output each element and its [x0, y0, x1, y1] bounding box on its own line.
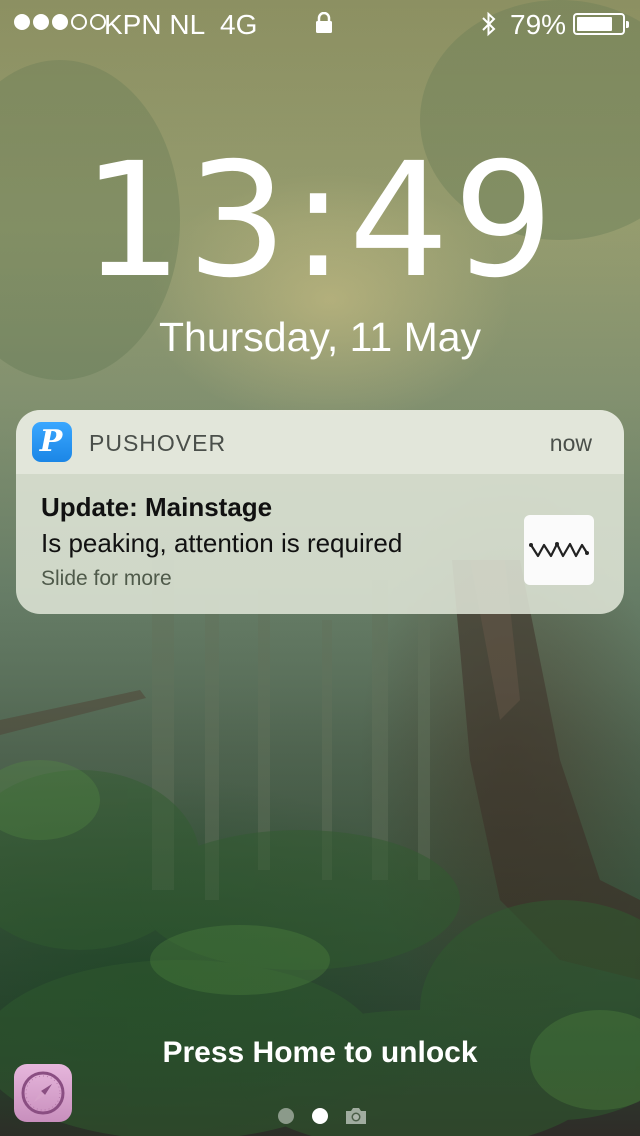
- carrier-name: KPN NL: [104, 9, 206, 40]
- notification-body: Is peaking, attention is required: [41, 528, 403, 558]
- compass-icon: [21, 1071, 65, 1115]
- camera-icon[interactable]: [344, 1106, 368, 1126]
- notification-header: P PUSHOVER now: [16, 410, 624, 474]
- press-home-to-unlock: Press Home to unlock: [162, 1036, 478, 1069]
- battery-nub: [626, 21, 629, 28]
- page-dot[interactable]: [278, 1108, 294, 1124]
- clock-time: 13:49: [82, 129, 558, 313]
- notification-slide-hint: Slide for more: [41, 567, 172, 590]
- lock-screen-clock: 13:49: [0, 142, 640, 300]
- battery-icon: [573, 13, 629, 35]
- signal-dot: [52, 14, 68, 30]
- pushover-app-icon: P: [32, 422, 72, 462]
- notification-app-name: PUSHOVER: [89, 430, 227, 456]
- signal-dot: [14, 14, 30, 30]
- notification-time: now: [549, 430, 592, 456]
- status-bar: KPN NL 4G 79%: [0, 0, 640, 48]
- battery-percentage: 79%: [510, 9, 567, 40]
- page-indicator: [276, 1104, 376, 1128]
- lock-screen-date: Thursday, 11 May: [158, 314, 482, 360]
- bluetooth-icon: [482, 11, 496, 37]
- notification-title: Update: Mainstage: [41, 492, 273, 522]
- signal-dot: [71, 14, 87, 30]
- battery-level-fill: [577, 17, 612, 31]
- notification-thumbnail: [524, 515, 594, 585]
- page-dot-current[interactable]: [312, 1108, 328, 1124]
- signal-dot: [33, 14, 49, 30]
- app-icon-letter: P: [39, 424, 63, 459]
- pushover-notification[interactable]: P PUSHOVER now Update: Mainstage Is peak…: [16, 410, 624, 614]
- waveform-thumbnail-icon: [529, 542, 589, 558]
- signal-strength-indicator: [14, 14, 106, 30]
- network-type: 4G: [220, 9, 258, 40]
- safari-icon[interactable]: [14, 1064, 72, 1122]
- lock-icon: [316, 12, 332, 33]
